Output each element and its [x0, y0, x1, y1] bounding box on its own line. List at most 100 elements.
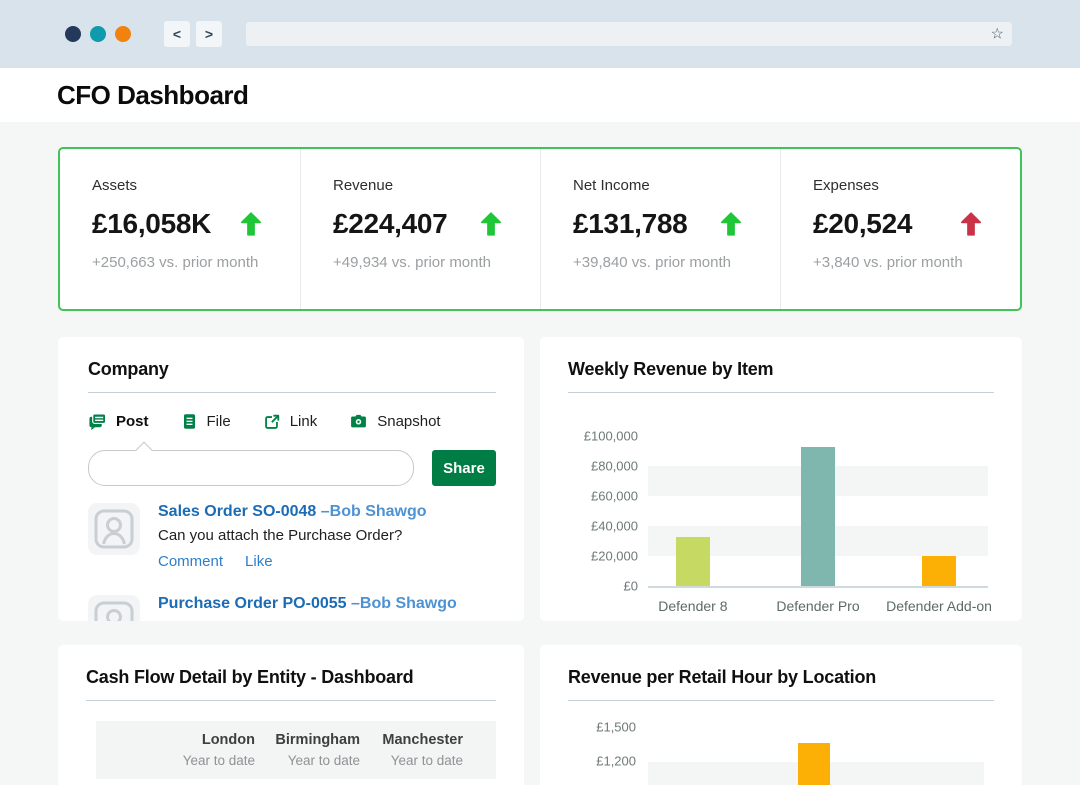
browser-toolbar: < > ☆	[0, 0, 1080, 68]
address-bar[interactable]: ☆	[246, 22, 1012, 46]
kpi-card-revenue: Revenue £224,407 +49,934 vs. prior month	[300, 149, 540, 309]
kpi-value: £16,058K	[92, 208, 211, 240]
weekly-revenue-panel: Weekly Revenue by Item £0 £20,000 £40,00…	[540, 337, 1022, 621]
x-category-label: Defender 8	[658, 598, 727, 614]
trend-up-icon	[478, 211, 504, 237]
like-link[interactable]: Like	[245, 553, 273, 570]
window-control-dot-2[interactable]	[90, 26, 106, 42]
kpi-label: Assets	[92, 177, 270, 194]
feed-message: Can you attach the Purchase Order?	[158, 619, 457, 621]
bar-defender-8[interactable]	[676, 537, 710, 587]
tab-link[interactable]: Link	[263, 413, 318, 431]
chevron-right-icon: >	[205, 26, 213, 42]
post-comment-icon	[88, 412, 107, 431]
feed-message: Can you attach the Purchase Order?	[158, 527, 427, 544]
kpi-label: Expenses	[813, 177, 990, 194]
kpi-value: £131,788	[573, 208, 687, 240]
weekly-revenue-bar-chart: £0 £20,000 £40,000 £60,000 £80,000 £100,…	[568, 393, 994, 621]
tab-label: Post	[116, 413, 149, 430]
y-tick-label: £20,000	[568, 549, 638, 564]
y-tick-label: £60,000	[568, 489, 638, 504]
post-composer: Share	[88, 450, 496, 486]
file-icon	[181, 413, 198, 430]
window-controls	[65, 26, 131, 42]
chart-plot-area: £0 £20,000 £40,000 £60,000 £80,000 £100,…	[648, 436, 988, 588]
column-name: Birmingham	[255, 732, 360, 748]
column-subtitle: Year to date	[255, 753, 360, 768]
tab-label: Link	[290, 413, 318, 430]
column-subtitle: Year to date	[96, 753, 255, 768]
trend-up-icon	[238, 211, 264, 237]
forward-button[interactable]: >	[196, 21, 222, 47]
panel-title: Weekly Revenue by Item	[568, 359, 994, 380]
divider	[568, 700, 994, 701]
page-title: CFO Dashboard	[57, 80, 248, 111]
kpi-delta: +49,934 vs. prior month	[333, 254, 510, 271]
kpi-value: £20,524	[813, 208, 912, 240]
company-feed-panel: Company Post File	[58, 337, 524, 621]
activity-feed: Sales Order SO-0048 –Bob Shawgo Can you …	[88, 503, 496, 621]
dashboard-main: Assets £16,058K +250,663 vs. prior month…	[0, 122, 1080, 785]
y-tick-label: £40,000	[568, 519, 638, 534]
comment-link[interactable]: Comment	[158, 553, 223, 570]
panel-title: Revenue per Retail Hour by Location	[568, 667, 994, 688]
contact-avatar-icon	[88, 595, 140, 621]
kpi-card-assets: Assets £16,058K +250,663 vs. prior month	[60, 149, 300, 309]
kpi-summary-row: Assets £16,058K +250,663 vs. prior month…	[58, 147, 1022, 311]
external-link-icon	[263, 413, 281, 431]
kpi-card-net-income: Net Income £131,788 +39,840 vs. prior mo…	[540, 149, 780, 309]
feed-item: Purchase Order PO-0055 –Bob Shawgo Can y…	[88, 595, 496, 621]
tab-label: Snapshot	[377, 413, 440, 430]
bar-defender-pro[interactable]	[801, 447, 835, 587]
x-category-label: Defender Pro	[776, 598, 859, 614]
chevron-left-icon: <	[173, 26, 181, 42]
composer-tabs: Post File Link	[88, 412, 496, 431]
back-button[interactable]: <	[164, 21, 190, 47]
retail-hour-revenue-panel: Revenue per Retail Hour by Location £1,5…	[540, 645, 1022, 785]
column-name: London	[96, 732, 255, 748]
kpi-card-expenses: Expenses £20,524 +3,840 vs. prior month	[780, 149, 1020, 309]
kpi-label: Revenue	[333, 177, 510, 194]
panel-title: Cash Flow Detail by Entity - Dashboard	[86, 667, 496, 688]
feed-author-link[interactable]: –Bob Shawgo	[321, 503, 427, 520]
panel-title: Company	[88, 359, 496, 380]
y-tick-label: £1,500	[560, 720, 636, 735]
kpi-value: £224,407	[333, 208, 447, 240]
feed-record-link[interactable]: Purchase Order PO-0055	[158, 595, 347, 612]
post-input[interactable]	[88, 450, 414, 486]
x-category-label: Defender Add-on	[886, 598, 992, 614]
feed-item: Sales Order SO-0048 –Bob Shawgo Can you …	[88, 503, 496, 570]
column-subtitle: Year to date	[360, 753, 463, 768]
feed-record-link[interactable]: Sales Order SO-0048	[158, 503, 316, 520]
y-tick-label: £1,200	[560, 754, 636, 769]
column-header-manchester: Manchester Year to date	[360, 732, 463, 779]
tab-label: File	[207, 413, 231, 430]
kpi-delta: +250,663 vs. prior month	[92, 254, 270, 271]
tab-snapshot[interactable]: Snapshot	[349, 412, 440, 431]
trend-up-icon	[958, 211, 984, 237]
camera-icon	[349, 412, 368, 431]
retail-revenue-bar-chart: £1,500 £1,200	[648, 727, 984, 785]
bookmark-star-icon[interactable]: ☆	[991, 27, 1004, 42]
kpi-delta: +39,840 vs. prior month	[573, 254, 750, 271]
window-control-dot-1[interactable]	[65, 26, 81, 42]
column-name: Manchester	[360, 732, 463, 748]
tab-file[interactable]: File	[181, 413, 231, 430]
tab-post[interactable]: Post	[88, 412, 149, 431]
feed-author-link[interactable]: –Bob Shawgo	[351, 595, 457, 612]
column-header-birmingham: Birmingham Year to date	[255, 732, 360, 779]
y-tick-label: £100,000	[568, 429, 638, 444]
bar-retail-location[interactable]	[798, 743, 830, 785]
kpi-label: Net Income	[573, 177, 750, 194]
kpi-delta: +3,840 vs. prior month	[813, 254, 990, 271]
divider	[86, 700, 496, 701]
share-button[interactable]: Share	[432, 450, 496, 486]
window-control-dot-3[interactable]	[115, 26, 131, 42]
y-tick-label: £80,000	[568, 459, 638, 474]
trend-up-icon	[718, 211, 744, 237]
page-header: CFO Dashboard	[0, 68, 1080, 122]
column-header-london: London Year to date	[96, 732, 255, 779]
divider	[88, 392, 496, 393]
contact-avatar-icon	[88, 503, 140, 555]
bar-defender-add-on[interactable]	[922, 556, 956, 586]
